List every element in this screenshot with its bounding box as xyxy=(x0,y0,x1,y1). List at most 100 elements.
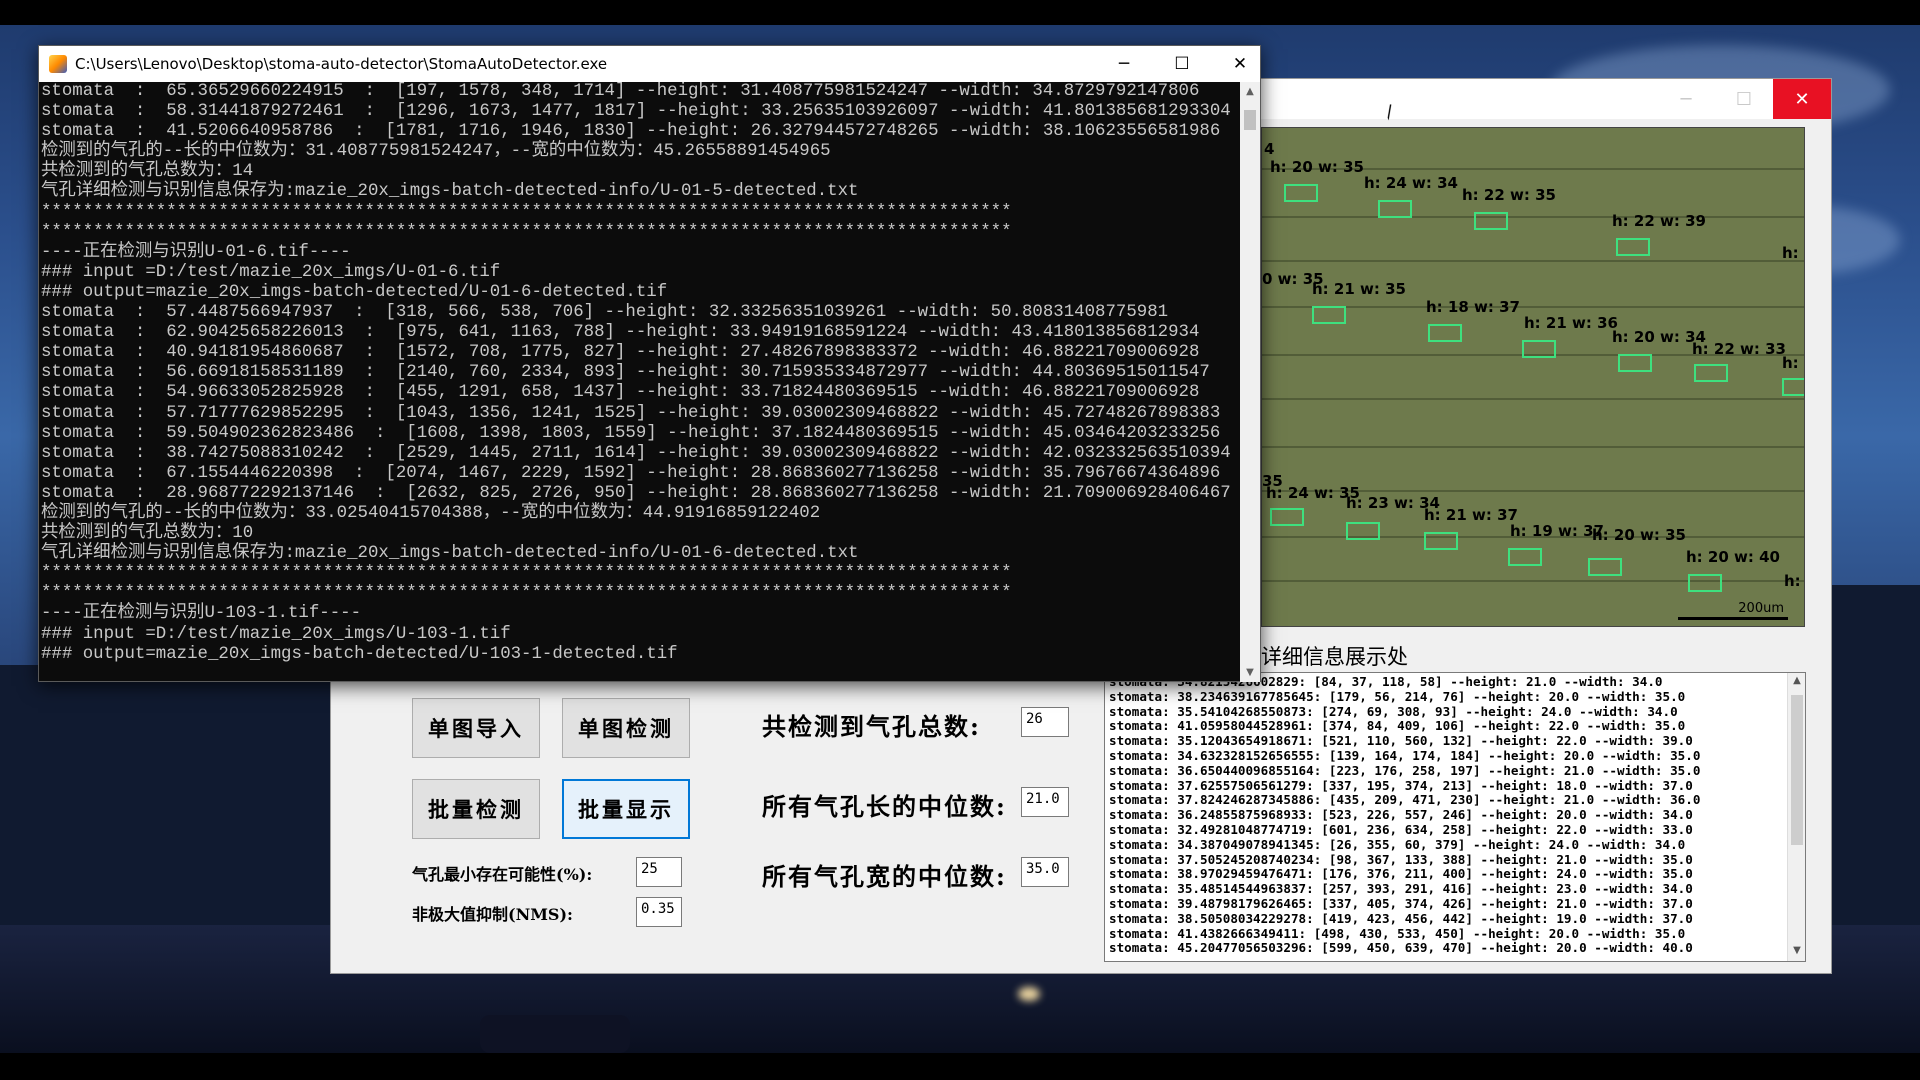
stoma-label: h: 20 w: 35 xyxy=(1270,158,1364,176)
console-line: ----正在检测与识别U-01-6.tif---- xyxy=(41,242,351,262)
detail-lines: stomata: 34.8215426602829: [84, 37, 118,… xyxy=(1109,674,1785,956)
batch-detect-button[interactable]: 批量检测 xyxy=(412,779,540,839)
console-line: ****************************************… xyxy=(41,222,1012,242)
stoma-label: h: 20 w: 35 xyxy=(1592,526,1686,544)
stoma-label: h: 19 w: 37 xyxy=(1510,522,1604,540)
detail-line: stomata: 34.632328152656555: [139, 164, … xyxy=(1109,747,1701,763)
detail-line: stomata: 37.824246287345886: [435, 209, … xyxy=(1109,792,1701,808)
detail-line: stomata: 35.54104268550873: [274, 69, 30… xyxy=(1109,703,1678,719)
console-line: ----正在检测与识别U-103-1.tif---- xyxy=(41,604,362,624)
console-line: stomata : 57.4487566947937 : [318, 566, … xyxy=(41,303,1169,323)
single-detect-button[interactable]: 单图检测 xyxy=(562,698,690,758)
detail-section-title: 详细信息展示处 xyxy=(1261,645,1408,669)
console-title: C:\Users\Lenovo\Desktop\stoma-auto-detec… xyxy=(75,55,608,73)
detail-line: stomata: 45.20477056503296: [599, 450, 6… xyxy=(1109,940,1693,956)
detail-line: stomata: 36.650440096855164: [223, 176, … xyxy=(1109,762,1701,778)
stoma-label: h: 20 w: 40 xyxy=(1686,548,1780,566)
stoma-box xyxy=(1522,340,1556,358)
scroll-up-icon[interactable]: ▲ xyxy=(1244,86,1256,97)
median-length-field[interactable]: 21.0 xyxy=(1021,787,1069,817)
detail-line: stomata: 35.48514544963837: [257, 393, 2… xyxy=(1109,881,1693,897)
console-minimize-button[interactable]: ─ xyxy=(1095,46,1153,82)
console-line: ### output=mazie_20x_imgs-batch-detected… xyxy=(41,644,678,664)
console-line: 气孔详细检测与识别信息保存为:mazie_20x_imgs-batch-dete… xyxy=(41,544,859,564)
detail-line: stomata: 37.62557506561279: [337, 195, 3… xyxy=(1109,777,1693,793)
scroll-thumb[interactable] xyxy=(1791,695,1803,845)
min-probability-field[interactable]: 25 xyxy=(636,857,682,887)
nms-field[interactable]: 0.35 xyxy=(636,897,682,927)
detection-image: 4 h: 20 w: 35 h: 24 w: 34 h: 22 w: 35 h:… xyxy=(1261,127,1805,627)
console-line: stomata : 38.74275088310242 : [2529, 144… xyxy=(41,443,1231,463)
detail-line: stomata: 41.4382666349411: [498, 430, 53… xyxy=(1109,925,1686,941)
stoma-box xyxy=(1782,378,1804,396)
stoma-label: h: 21 w: 36 xyxy=(1524,314,1618,332)
single-import-button[interactable]: 单图导入 xyxy=(412,698,540,758)
stoma-box xyxy=(1312,306,1346,324)
console-line: ****************************************… xyxy=(41,584,1012,604)
console-window: C:\Users\Lenovo\Desktop\stoma-auto-detec… xyxy=(38,45,1261,682)
stoma-box xyxy=(1508,548,1542,566)
console-output[interactable]: stomata : 65.36529660224915 : [197, 1578… xyxy=(39,82,1241,682)
total-count-field[interactable]: 26 xyxy=(1021,707,1069,737)
scroll-down-icon[interactable]: ▼ xyxy=(1791,945,1803,959)
detail-line: stomata: 35.12043654918671: [521, 110, 5… xyxy=(1109,733,1693,749)
batch-show-button[interactable]: 批量显示 xyxy=(562,779,690,839)
console-line: stomata : 57.71777629852295 : [1043, 135… xyxy=(41,403,1221,423)
stoma-box xyxy=(1424,532,1458,550)
console-line: stomata : 67.1554446220398 : [2074, 1467… xyxy=(41,463,1221,483)
detail-text-area[interactable]: stomata: 34.8215426602829: [84, 37, 118,… xyxy=(1104,672,1806,962)
console-line: 检测到的气孔的--长的中位数为：31.408775981524247，--宽的中… xyxy=(41,142,831,162)
detail-line: stomata: 41.05958044528961: [374, 84, 40… xyxy=(1109,718,1686,734)
detail-scrollbar[interactable]: ▲ ▼ xyxy=(1787,673,1805,961)
console-titlebar[interactable]: C:\Users\Lenovo\Desktop\stoma-auto-detec… xyxy=(39,46,1260,82)
stoma-box xyxy=(1688,574,1722,592)
app-close-button[interactable]: ✕ xyxy=(1773,79,1831,119)
scale-label: 200um xyxy=(1738,601,1784,616)
stoma-label: h: 21 w: 37 xyxy=(1424,506,1518,524)
stoma-label: h: 24 w: 34 xyxy=(1364,174,1458,192)
median-width-field[interactable]: 35.0 xyxy=(1021,857,1069,887)
console-line: stomata : 65.36529660224915 : [197, 1578… xyxy=(41,82,1200,101)
stoma-label: h: 22 w: 35 xyxy=(1462,186,1556,204)
stoma-label: h: 22 w: 39 xyxy=(1612,212,1706,230)
stoma-box xyxy=(1284,184,1318,202)
console-line: 检测到的气孔的--长的中位数为：33.02540415704388，--宽的中位… xyxy=(41,503,821,523)
scroll-thumb[interactable] xyxy=(1244,110,1256,130)
app-maximize-button[interactable]: ☐ xyxy=(1715,79,1773,119)
stoma-box xyxy=(1346,522,1380,540)
stoma-label: h: 18 w: 37 xyxy=(1426,298,1520,316)
console-line: stomata : 28.968772292137146 : [2632, 82… xyxy=(41,483,1231,503)
stoma-box xyxy=(1616,238,1650,256)
scroll-down-icon[interactable]: ▼ xyxy=(1244,667,1256,678)
console-line: 共检测到的气孔总数为：10 xyxy=(41,524,254,544)
letterbox-bottom xyxy=(0,1053,1920,1080)
app-minimize-button[interactable]: ─ xyxy=(1657,79,1715,119)
console-line: ### output=mazie_20x_imgs-batch-detected… xyxy=(41,282,668,302)
detail-line: stomata: 36.24855875968933: [523, 226, 5… xyxy=(1109,807,1693,823)
python-app-icon xyxy=(49,55,67,73)
stoma-label: h: 22 w: 33 xyxy=(1692,340,1786,358)
console-close-button[interactable]: ✕ xyxy=(1211,46,1269,82)
detail-line: stomata: 37.505245208740234: [98, 367, 1… xyxy=(1109,851,1693,867)
stoma-box xyxy=(1474,212,1508,230)
console-line: ### input =D:/test/mazie_20x_imgs/U-01-6… xyxy=(41,262,501,282)
total-count-label: 共检测到气孔总数: xyxy=(762,712,981,741)
console-maximize-button[interactable]: ☐ xyxy=(1153,46,1211,82)
console-line: 共检测到的气孔总数为：14 xyxy=(41,162,254,182)
stoma-label: h: xyxy=(1782,354,1799,372)
console-line: stomata : 58.31441879272461 : [1296, 167… xyxy=(41,102,1231,122)
median-length-label: 所有气孔长的中位数: xyxy=(762,792,1007,821)
console-scrollbar[interactable]: ▲ ▼ xyxy=(1240,82,1260,682)
scroll-up-icon[interactable]: ▲ xyxy=(1791,675,1803,689)
stoma-label: h: 21 w: 35 xyxy=(1312,280,1406,298)
detail-line: stomata: 34.387049078941345: [26, 355, 6… xyxy=(1109,836,1686,852)
min-probability-label: 气孔最小存在可能性(%): xyxy=(412,865,593,884)
stoma-box xyxy=(1618,354,1652,372)
detail-line: stomata: 32.49281048774719: [601, 236, 6… xyxy=(1109,821,1693,837)
detail-line: stomata: 39.48798179626465: [337, 405, 3… xyxy=(1109,895,1693,911)
letterbox-top xyxy=(0,0,1920,25)
stoma-label: 4 xyxy=(1264,140,1275,158)
detail-line: stomata: 38.97029459476471: [176, 376, 2… xyxy=(1109,866,1693,882)
stoma-box xyxy=(1588,558,1622,576)
stoma-label: h: xyxy=(1784,572,1801,590)
